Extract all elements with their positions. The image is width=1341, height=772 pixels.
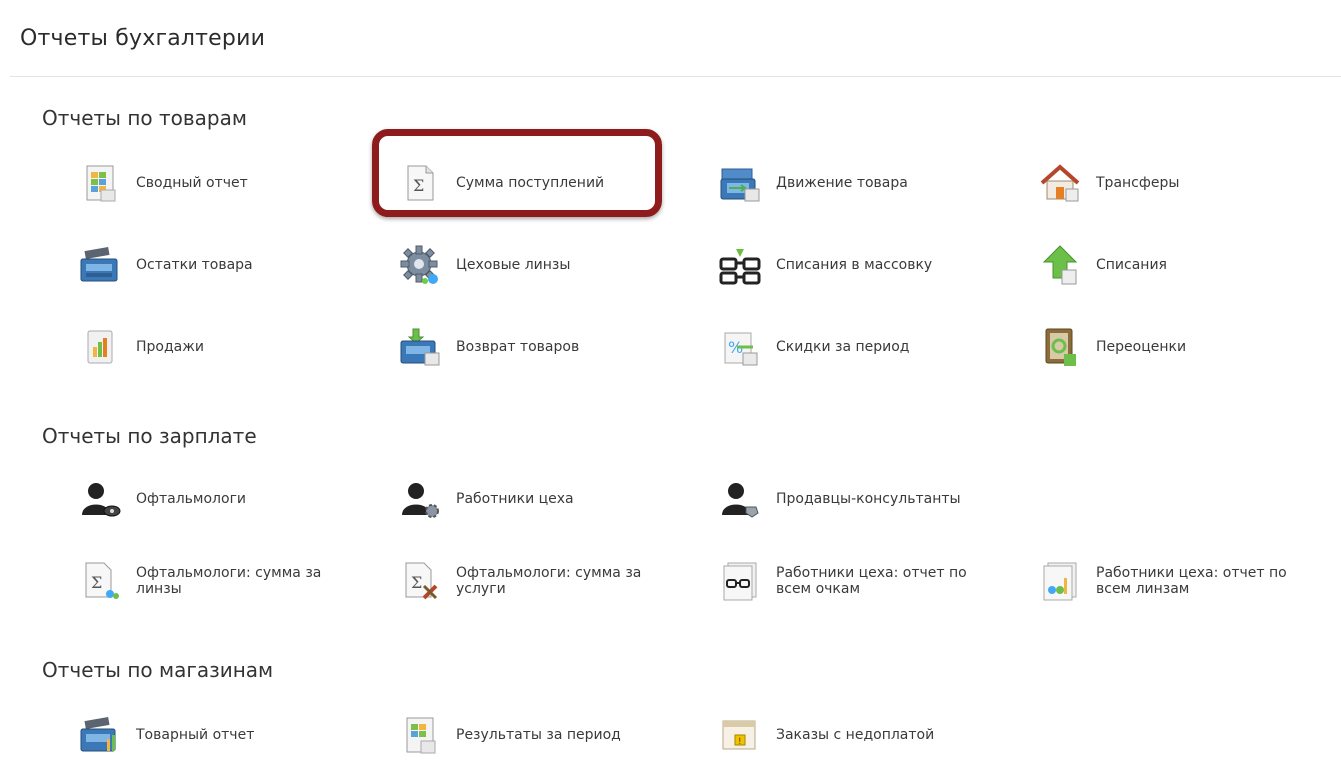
item-label: Переоценки xyxy=(1096,339,1187,355)
item-label: Движение товара xyxy=(776,175,908,191)
user-tag-icon xyxy=(718,477,762,521)
item-label: Списания в массовку xyxy=(776,257,933,273)
sigma-tools-icon: Σ xyxy=(398,559,442,603)
gear-icon xyxy=(398,243,442,287)
report-workshop-all-glasses[interactable]: Работники цеха: отчет по всем очкам xyxy=(718,556,1018,606)
item-label: Результаты за период xyxy=(456,727,621,743)
spreadsheet-calendar-icon xyxy=(398,713,442,757)
report-revaluations[interactable]: Переоценки xyxy=(1038,322,1338,372)
report-sales[interactable]: Продажи xyxy=(78,322,378,372)
report-ophthalmologists[interactable]: Офтальмологи xyxy=(78,474,378,524)
report-goods-returns[interactable]: Возврат товаров xyxy=(398,322,698,372)
page-title: Отчеты бухгалтерии xyxy=(20,26,266,51)
report-workshop-lenses[interactable]: Цеховые линзы xyxy=(398,240,698,290)
window-warning-icon: ! xyxy=(718,713,762,757)
item-label: Скидки за период xyxy=(776,339,910,355)
item-label: Продажи xyxy=(136,339,204,355)
report-summary[interactable]: Сводный отчет xyxy=(78,158,378,208)
house-icon xyxy=(1038,161,1082,205)
report-receipts-sum[interactable]: Σ Сумма поступлений xyxy=(398,158,698,208)
bar-chart-document-icon xyxy=(78,325,122,369)
lens-documents-icon xyxy=(1038,559,1082,603)
svg-text:Σ: Σ xyxy=(413,176,424,195)
cash-register-return-icon xyxy=(398,325,442,369)
book-refresh-icon xyxy=(1038,325,1082,369)
svg-text:Σ: Σ xyxy=(91,573,102,592)
glasses-icon xyxy=(718,243,762,287)
item-label: Работники цеха: отчет по всем очкам xyxy=(776,565,967,597)
report-writeoffs[interactable]: Списания xyxy=(1038,240,1338,290)
report-underpaid-orders[interactable]: ! Заказы с недоплатой xyxy=(718,710,1018,760)
section-title-salary: Отчеты по зарплате xyxy=(42,424,257,448)
svg-text:!: ! xyxy=(738,737,742,747)
section-title-shops: Отчеты по магазинам xyxy=(42,658,274,682)
cash-register-transfer-icon xyxy=(718,161,762,205)
report-period-results[interactable]: Результаты за период xyxy=(398,710,698,760)
report-goods-movement[interactable]: Движение товара xyxy=(718,158,1018,208)
cash-register-chart-icon xyxy=(78,713,122,757)
report-bulk-writeoffs[interactable]: Списания в массовку xyxy=(718,240,1018,290)
item-label: Офтальмологи xyxy=(136,491,247,507)
cash-register-icon xyxy=(78,243,122,287)
percent-calendar-icon: % xyxy=(718,325,762,369)
item-label: Заказы с недоплатой xyxy=(776,727,935,743)
report-stock-balance[interactable]: Остатки товара xyxy=(78,240,378,290)
report-commodity[interactable]: Товарный отчет xyxy=(78,710,378,760)
sigma-lens-icon: Σ xyxy=(78,559,122,603)
spreadsheet-report-icon xyxy=(78,161,122,205)
user-eye-icon xyxy=(78,477,122,521)
report-ophthalmologists-lenses-sum[interactable]: Σ Офтальмологи: сумма за линзы xyxy=(78,556,378,606)
item-label: Цеховые линзы xyxy=(456,257,571,273)
item-label: Работники цеха xyxy=(456,491,574,507)
item-label: Офтальмологи: сумма за линзы xyxy=(136,565,322,597)
up-arrow-document-icon xyxy=(1038,243,1082,287)
item-label: Продавцы-консультанты xyxy=(776,491,961,507)
report-period-discounts[interactable]: % Скидки за период xyxy=(718,322,1018,372)
report-sales-consultants[interactable]: Продавцы-консультанты xyxy=(718,474,1018,524)
svg-text:Σ: Σ xyxy=(411,573,422,592)
report-ophthalmologists-services-sum[interactable]: Σ Офтальмологи: сумма за услуги xyxy=(398,556,698,606)
report-workshop-employees[interactable]: Работники цеха xyxy=(398,474,698,524)
item-label: Остатки товара xyxy=(136,257,253,273)
sigma-document-icon: Σ xyxy=(398,161,442,205)
item-label: Возврат товаров xyxy=(456,339,580,355)
report-transfers[interactable]: Трансферы xyxy=(1038,158,1338,208)
item-label: Сумма поступлений xyxy=(456,175,605,191)
item-label: Работники цеха: отчет по всем линзам xyxy=(1096,565,1287,597)
item-label: Трансферы xyxy=(1096,175,1180,191)
item-label: Офтальмологи: сумма за услуги xyxy=(456,565,642,597)
item-label: Списания xyxy=(1096,257,1167,273)
report-workshop-all-lenses[interactable]: Работники цеха: отчет по всем линзам xyxy=(1038,556,1338,606)
item-label: Товарный отчет xyxy=(136,727,255,743)
title-divider xyxy=(10,76,1341,77)
glasses-documents-icon xyxy=(718,559,762,603)
section-title-goods: Отчеты по товарам xyxy=(42,106,247,130)
item-label: Сводный отчет xyxy=(136,175,248,191)
user-gear-icon xyxy=(398,477,442,521)
